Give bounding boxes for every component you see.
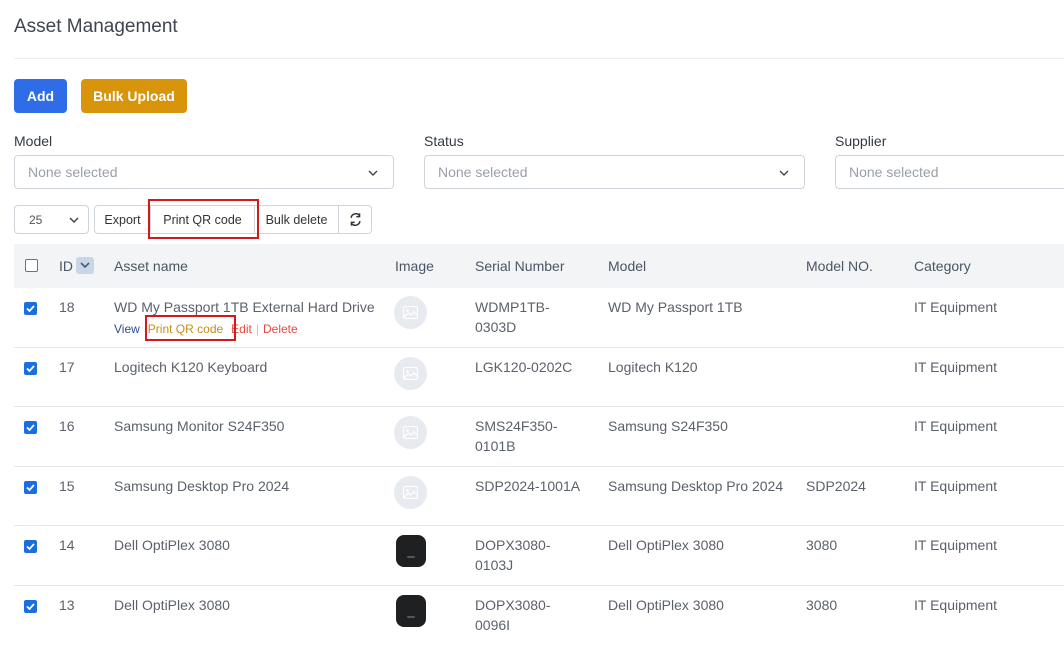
bulk-upload-button[interactable]: Bulk Upload: [81, 79, 187, 113]
image-icon: [403, 367, 418, 380]
row-divider: [14, 406, 1064, 407]
refresh-icon: [349, 213, 361, 226]
export-button[interactable]: Export: [94, 205, 151, 234]
select-all-checkbox[interactable]: [25, 259, 38, 272]
row-serial-number: DOPX3080- 0096I: [475, 597, 551, 633]
delete-link[interactable]: Delete: [263, 322, 298, 336]
check-icon: [26, 424, 35, 432]
row-model-no: 3080: [806, 537, 838, 553]
check-icon: [26, 365, 35, 373]
column-header-category: Category: [914, 258, 971, 274]
add-button[interactable]: Add: [14, 79, 67, 113]
row-checkbox[interactable]: [24, 481, 37, 494]
row-model: Logitech K120: [608, 359, 698, 375]
row-category: IT Equipment: [914, 359, 998, 375]
row-asset-name: Dell OptiPlex 3080: [114, 597, 230, 613]
row-model: Samsung Desktop Pro 2024: [608, 478, 784, 494]
page-title: Asset Management: [14, 16, 178, 37]
print-qr-highlight-box: [148, 199, 259, 239]
column-header-image: Image: [395, 258, 434, 274]
device-led: [407, 616, 415, 618]
supplier-filter-value: None selected: [849, 164, 939, 180]
column-header-model: Model: [608, 258, 647, 274]
check-icon: [26, 305, 35, 313]
row-serial-number: SMS24F350- 0101B: [475, 418, 558, 454]
row-asset-name: Dell OptiPlex 3080: [114, 537, 230, 553]
filter-label-supplier: Supplier: [835, 133, 887, 149]
image-placeholder: [394, 476, 427, 509]
chevron-down-icon: [69, 217, 79, 224]
row-asset-name: Samsung Desktop Pro 2024: [114, 478, 290, 494]
row-category: IT Equipment: [914, 478, 998, 494]
filter-label-model: Model: [14, 133, 53, 149]
row-checkbox[interactable]: [24, 421, 37, 434]
asset-thumbnail: [396, 535, 426, 567]
row-checkbox[interactable]: [24, 540, 37, 553]
row-serial-number: SDP2024-1001A: [475, 478, 581, 494]
row-id: 16: [59, 418, 75, 434]
row-id: 13: [59, 597, 75, 613]
filter-label-status: Status: [424, 133, 464, 149]
row-serial-number: LGK120-0202C: [475, 359, 573, 375]
page-size-value: 25: [29, 212, 43, 227]
chevron-down-icon: [779, 170, 789, 176]
row-category: IT Equipment: [914, 418, 998, 434]
image-icon: [403, 306, 418, 319]
row-id: 17: [59, 359, 75, 375]
column-header-id[interactable]: ID: [59, 258, 73, 274]
row-model: WD My Passport 1TB: [608, 299, 743, 315]
row-checkbox[interactable]: [24, 302, 37, 315]
check-icon: [26, 543, 35, 551]
action-separator: |: [255, 322, 259, 336]
row-serial-number: DOPX3080- 0103J: [475, 537, 551, 573]
row-category: IT Equipment: [914, 597, 998, 613]
asset-thumbnail: [396, 595, 426, 627]
row-asset-name: Logitech K120 Keyboard: [114, 359, 268, 375]
image-placeholder: [394, 296, 427, 329]
row-asset-name: WD My Passport 1TB External Hard Drive: [114, 299, 375, 315]
row-category: IT Equipment: [914, 537, 998, 553]
check-icon: [26, 603, 35, 611]
row-asset-name: Samsung Monitor S24F350: [114, 418, 285, 434]
chevron-down-icon: [368, 170, 378, 176]
row-checkbox[interactable]: [24, 362, 37, 375]
sort-button[interactable]: [76, 257, 94, 274]
row-model: Dell OptiPlex 3080: [608, 537, 724, 553]
sort-desc-icon: [80, 262, 90, 269]
row-model: Samsung S24F350: [608, 418, 728, 434]
page-size-select[interactable]: 25: [14, 205, 89, 234]
bulk-delete-button[interactable]: Bulk delete: [254, 205, 339, 234]
row-category: IT Equipment: [914, 299, 998, 315]
image-placeholder: [394, 357, 427, 390]
model-filter-value: None selected: [28, 164, 118, 180]
row-divider: [14, 525, 1064, 526]
supplier-filter-select[interactable]: None selected: [835, 155, 1064, 189]
refresh-button[interactable]: [338, 205, 372, 234]
image-icon: [403, 426, 418, 439]
row-model-no: SDP2024: [806, 478, 866, 494]
row-serial-number: WDMP1TB- 0303D: [475, 299, 550, 335]
column-header-serial-number: Serial Number: [475, 258, 565, 274]
status-filter-select[interactable]: None selected: [424, 155, 805, 189]
model-filter-select[interactable]: None selected: [14, 155, 394, 189]
row-model-no: 3080: [806, 597, 838, 613]
check-icon: [26, 484, 35, 492]
row-id: 15: [59, 478, 75, 494]
image-icon: [403, 486, 418, 499]
device-led: [407, 556, 415, 558]
row-divider: [14, 585, 1064, 586]
status-filter-value: None selected: [438, 164, 528, 180]
row-checkbox[interactable]: [24, 600, 37, 613]
row-id: 18: [59, 299, 75, 315]
column-header-model-no: Model NO.: [806, 258, 873, 274]
column-header-asset-name: Asset name: [114, 258, 188, 274]
title-divider: [14, 58, 1064, 59]
row-id: 14: [59, 537, 75, 553]
view-link[interactable]: View: [114, 322, 140, 336]
image-placeholder: [394, 416, 427, 449]
row-model: Dell OptiPlex 3080: [608, 597, 724, 613]
row-divider: [14, 347, 1064, 348]
print-qr-link-highlight-box: [145, 315, 236, 341]
row-divider: [14, 466, 1064, 467]
